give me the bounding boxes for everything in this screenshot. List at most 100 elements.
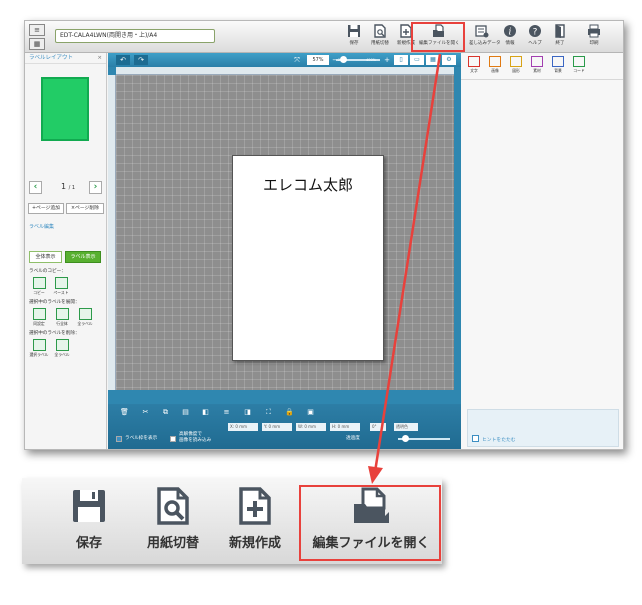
page-navigator: ‹ 1 / 1 ›: [29, 181, 103, 195]
grid-icon: [32, 339, 46, 351]
fit-icon[interactable]: ⤧: [290, 55, 304, 65]
filename-field: EDT-CALA4LWN(両開き用・上)/A4: [55, 29, 215, 43]
label-thumbnail[interactable]: [41, 77, 89, 141]
layout-grid-icon[interactable]: ▦: [29, 38, 45, 50]
paste-icon[interactable]: ▤: [181, 408, 190, 417]
exit-icon: [555, 24, 565, 38]
code-tool-button[interactable]: コード: [570, 56, 588, 76]
y-label: Y:: [264, 424, 268, 429]
label-edit-title: ラベル編集: [29, 224, 55, 230]
h-field[interactable]: H: 0 mm: [330, 423, 360, 431]
view-label-toggle[interactable]: ラベル表示: [65, 251, 101, 263]
hires-checkbox[interactable]: [170, 436, 176, 442]
x-field[interactable]: X: 0 mm: [228, 423, 258, 431]
redo-icon[interactable]: ↷: [134, 55, 148, 65]
label-layout-header: ラベルレイアウト ×: [25, 53, 106, 64]
delete-page-button[interactable]: ×ページ削除: [66, 203, 104, 214]
view-all-toggle[interactable]: 全体表示: [29, 251, 62, 263]
delete-icon[interactable]: 🗑: [120, 408, 129, 417]
object-tools-panel: 文字 画像 図形 素材 背景 コード ヒントをたたむ: [461, 53, 623, 449]
expand-row-button[interactable]: 行全体: [52, 308, 72, 328]
object-property-bar: 🗑 ✂ ⧉ ▤ ◧ ≡ ◨ ⛶ 🔒 ▣ X: 0 mm Y: 0 mm W: 0…: [108, 404, 461, 449]
add-page-button[interactable]: +ページ追加: [28, 203, 64, 214]
settings-icon[interactable]: ⚙: [442, 55, 456, 65]
help-button[interactable]: ? ヘルプ: [522, 23, 548, 51]
copy-section-title: ラベルのコピー：: [29, 269, 66, 274]
chevron-left-icon[interactable]: ‹: [29, 181, 42, 194]
barcode-icon: [573, 56, 585, 67]
h-value: 0 mm: [337, 424, 350, 429]
properties-icon[interactable]: ▣: [306, 408, 315, 417]
show-frame-checkbox[interactable]: [116, 436, 122, 442]
h-label: H:: [332, 424, 337, 429]
zoom-slider-handle[interactable]: [340, 56, 347, 63]
ruler-horizontal: [116, 67, 454, 75]
material-tool-button[interactable]: 素材: [528, 56, 546, 76]
image-tool-button[interactable]: 画像: [486, 56, 504, 76]
opacity-label: 透過度: [346, 436, 360, 441]
material-icon: [531, 56, 543, 67]
hires-line-1: 高解像度で: [179, 432, 202, 437]
canvas-top-bar: ↶ ↷ ⤧ 57% − 25% 400% + ▯ ▭ ▦ ⚙: [108, 53, 461, 67]
x-value: 0 mm: [235, 424, 247, 429]
lock-icon[interactable]: 🔒: [285, 408, 294, 417]
grid-icon: [55, 308, 69, 320]
page-view-icon[interactable]: ▯: [394, 55, 408, 65]
bring-front-icon[interactable]: ◧: [201, 408, 210, 417]
zoom-value[interactable]: 57%: [307, 55, 329, 65]
hint-panel: ヒントをたたむ: [467, 409, 619, 447]
ruler-vertical: [108, 75, 116, 390]
paper-switch-icon: [374, 24, 386, 38]
align-icon[interactable]: ≡: [222, 408, 231, 417]
menu-icon[interactable]: ≡: [29, 24, 45, 36]
y-field[interactable]: Y: 0 mm: [262, 423, 292, 431]
transparency-color-button[interactable]: 透明色: [394, 423, 418, 431]
w-value: 0 mm: [304, 424, 316, 429]
expand-same-button[interactable]: 同設定: [29, 308, 49, 328]
hint-icon[interactable]: [472, 435, 479, 442]
shape-tool-button[interactable]: 図形: [507, 56, 525, 76]
undo-icon[interactable]: ↶: [116, 55, 130, 65]
delete-all-button[interactable]: 全ラベル: [52, 339, 72, 359]
opacity-slider-handle[interactable]: [402, 435, 409, 442]
paper-switch-button[interactable]: 用紙切替: [367, 23, 393, 51]
label-text-object[interactable]: エレコム太郎: [233, 174, 383, 195]
merge-data-button[interactable]: 差し込みデータ: [469, 23, 501, 51]
close-icon[interactable]: ×: [97, 53, 102, 64]
page-total: / 1: [68, 185, 76, 191]
collapse-hint-link[interactable]: ヒントをたたむ: [482, 436, 516, 443]
expand-section-title: 選択中のラベルを展開：: [29, 300, 80, 305]
background-icon: [552, 56, 564, 67]
rotation-field[interactable]: 0°: [370, 423, 386, 431]
grid-icon: [55, 339, 69, 351]
expand-all-button[interactable]: 全ラベル: [75, 308, 95, 328]
save-button[interactable]: 保存: [341, 23, 367, 51]
zoom-in-icon[interactable]: +: [380, 55, 394, 65]
cut-icon[interactable]: ✂: [141, 408, 150, 417]
grid-view-icon[interactable]: ▦: [426, 55, 440, 65]
paste-button[interactable]: ペースト: [51, 277, 71, 297]
x-label: X:: [230, 424, 235, 429]
copy-icon[interactable]: ⧉: [161, 408, 170, 417]
grid-icon: [78, 308, 92, 320]
delete-selected-button[interactable]: 選択ラベル: [29, 339, 49, 359]
zoomed-save-button[interactable]: 保存: [64, 486, 114, 558]
group-icon[interactable]: ⛶: [264, 408, 273, 417]
copy-button[interactable]: コピー: [29, 277, 49, 297]
print-button[interactable]: 印刷: [581, 23, 607, 51]
image-icon: [489, 56, 501, 67]
info-button[interactable]: i 情報: [497, 23, 523, 51]
zoomed-paper-switch-button[interactable]: 用紙切替: [140, 486, 206, 558]
background-tool-button[interactable]: 背景: [549, 56, 567, 76]
help-icon: ?: [529, 25, 541, 38]
text-tool-button[interactable]: 文字: [465, 56, 483, 76]
label-sheet[interactable]: エレコム太郎: [232, 155, 384, 361]
page-current: 1: [60, 182, 67, 191]
main-toolbar: ≡ ▦ EDT-CALA4LWN(両開き用・上)/A4 保存 用紙切替 新規作成…: [25, 21, 623, 53]
zoomed-new-file-button[interactable]: 新規作成: [222, 486, 288, 558]
chevron-right-icon[interactable]: ›: [89, 181, 102, 194]
w-field[interactable]: W: 0 mm: [296, 423, 326, 431]
layout-view-icon[interactable]: ▭: [410, 55, 424, 65]
exit-button[interactable]: 終了: [547, 23, 573, 51]
send-back-icon[interactable]: ◨: [243, 408, 252, 417]
